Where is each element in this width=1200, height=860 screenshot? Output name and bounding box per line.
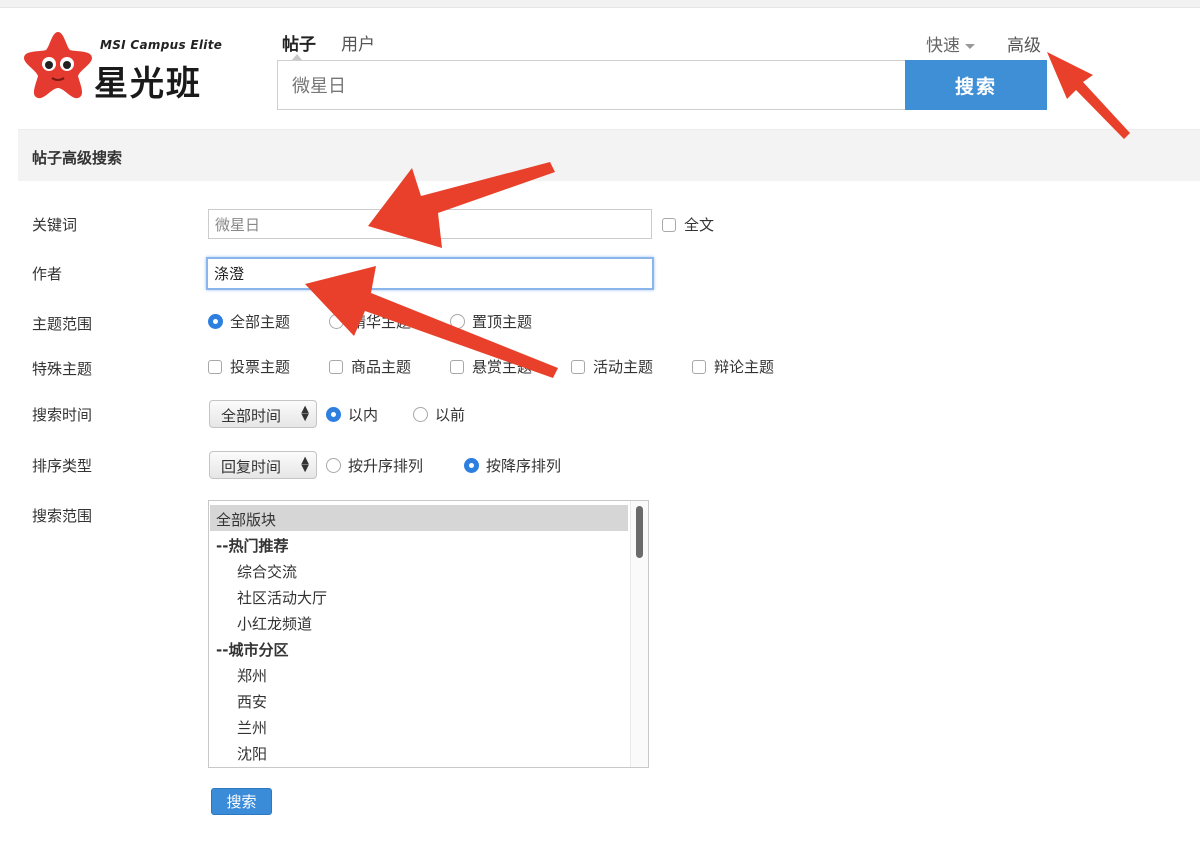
arrow-to-advanced <box>1047 52 1130 139</box>
special-checkbox-debate[interactable]: 辩论主题 <box>692 356 774 377</box>
scope-option-label: 全部主题 <box>230 313 291 331</box>
logo-english: MSI Campus Elite <box>100 38 223 52</box>
checkbox-box <box>208 359 222 374</box>
special-option-label: 辩论主题 <box>714 358 775 376</box>
checkbox-box <box>329 359 343 374</box>
keyword-input[interactable] <box>208 209 652 239</box>
time-option-label: 以前 <box>435 406 466 424</box>
logo-chinese: 星光班 <box>94 64 202 104</box>
listbox-scrollbar[interactable] <box>630 501 648 767</box>
radio-dot <box>413 407 428 422</box>
radio-dot <box>464 458 479 473</box>
author-input[interactable] <box>206 257 654 290</box>
sort-select[interactable]: 回复时间 ▲ ▼ <box>209 451 317 479</box>
forum-option[interactable]: 综合交流 <box>210 557 628 583</box>
time-label: 搜索时间 <box>32 406 93 424</box>
fulltext-label: 全文 <box>684 216 715 234</box>
forum-option[interactable]: 兰州 <box>210 713 628 739</box>
main-search-button[interactable]: 搜索 <box>905 60 1047 110</box>
radio-dot <box>329 314 344 329</box>
checkbox-box <box>692 359 706 374</box>
checkbox-box <box>571 359 585 374</box>
sort-radio-desc[interactable]: 按降序排列 <box>464 455 561 476</box>
forum-group[interactable]: --热门推荐 <box>210 531 628 557</box>
author-label: 作者 <box>32 265 63 283</box>
forum-option[interactable]: 小红龙频道 <box>210 609 628 635</box>
star-mascot-icon <box>24 32 92 99</box>
scope-option-label: 精华主题 <box>351 313 412 331</box>
special-checkbox-poll[interactable]: 投票主题 <box>208 356 290 377</box>
radio-dot <box>208 314 223 329</box>
scope-radio-all[interactable]: 全部主题 <box>208 311 290 332</box>
sort-label: 排序类型 <box>32 457 93 475</box>
forum-group[interactable]: --城市分区 <box>210 635 628 661</box>
sort-radio-asc[interactable]: 按升序排列 <box>326 455 423 476</box>
forum-option[interactable]: 沈阳 <box>210 739 628 765</box>
site-logo[interactable]: MSI Campus Elite 星光班 <box>20 28 250 104</box>
panel-title: 帖子高级搜索 <box>32 149 123 167</box>
panel-header: 帖子高级搜索 <box>18 129 1200 181</box>
scope-option-label: 置顶主题 <box>472 313 533 331</box>
checkbox-box <box>662 217 676 232</box>
checkbox-box <box>450 359 464 374</box>
special-option-label: 悬赏主题 <box>472 358 533 376</box>
sort-option-label: 按降序排列 <box>486 457 562 475</box>
fulltext-checkbox[interactable]: 全文 <box>662 214 714 235</box>
time-radio-before[interactable]: 以前 <box>413 404 465 425</box>
radio-dot <box>326 407 341 422</box>
scope-radio-sticky[interactable]: 置顶主题 <box>450 311 532 332</box>
special-checkbox-activity[interactable]: 活动主题 <box>571 356 653 377</box>
quick-search-dropdown[interactable]: 快速 <box>926 31 975 56</box>
time-select-value: 全部时间 <box>221 407 282 425</box>
scope-label: 主题范围 <box>32 315 93 333</box>
tab-posts[interactable]: 帖子 <box>282 30 316 55</box>
quick-label: 快速 <box>926 36 960 56</box>
advanced-search-submit[interactable]: 搜索 <box>211 788 272 815</box>
special-checkbox-reward[interactable]: 悬赏主题 <box>450 356 532 377</box>
radio-dot <box>450 314 465 329</box>
select-arrows-icon: ▲ ▼ <box>301 455 309 474</box>
special-label: 特殊主题 <box>32 360 93 378</box>
forum-option[interactable]: 郑州 <box>210 661 628 687</box>
forum-option[interactable]: 社区活动大厅 <box>210 583 628 609</box>
special-option-label: 商品主题 <box>351 358 412 376</box>
special-option-label: 活动主题 <box>593 358 654 376</box>
sort-select-value: 回复时间 <box>221 458 282 476</box>
radio-dot <box>326 458 341 473</box>
special-checkbox-trade[interactable]: 商品主题 <box>329 356 411 377</box>
advanced-search-link[interactable]: 高级 <box>1007 31 1041 56</box>
forum-option[interactable]: 全部版块 <box>210 505 628 531</box>
time-select[interactable]: 全部时间 ▲ ▼ <box>209 400 317 428</box>
top-strip <box>0 0 1200 8</box>
time-option-label: 以内 <box>348 406 379 424</box>
keyword-label: 关键词 <box>32 216 78 234</box>
forum-listbox[interactable]: 全部版块 --热门推荐 综合交流 社区活动大厅 小红龙频道 --城市分区 郑州 … <box>208 500 649 768</box>
special-option-label: 投票主题 <box>230 358 291 376</box>
scope-radio-digest[interactable]: 精华主题 <box>329 311 411 332</box>
sort-option-label: 按升序排列 <box>348 457 424 475</box>
forum-option[interactable]: 西安 <box>210 687 628 713</box>
chevron-down-icon <box>965 43 975 49</box>
time-radio-within[interactable]: 以内 <box>326 404 378 425</box>
tab-users[interactable]: 用户 <box>341 30 375 55</box>
range-label: 搜索范围 <box>32 507 93 525</box>
select-arrows-icon: ▲ ▼ <box>301 404 309 423</box>
main-search-input[interactable] <box>277 60 906 110</box>
scrollbar-thumb[interactable] <box>636 506 643 558</box>
